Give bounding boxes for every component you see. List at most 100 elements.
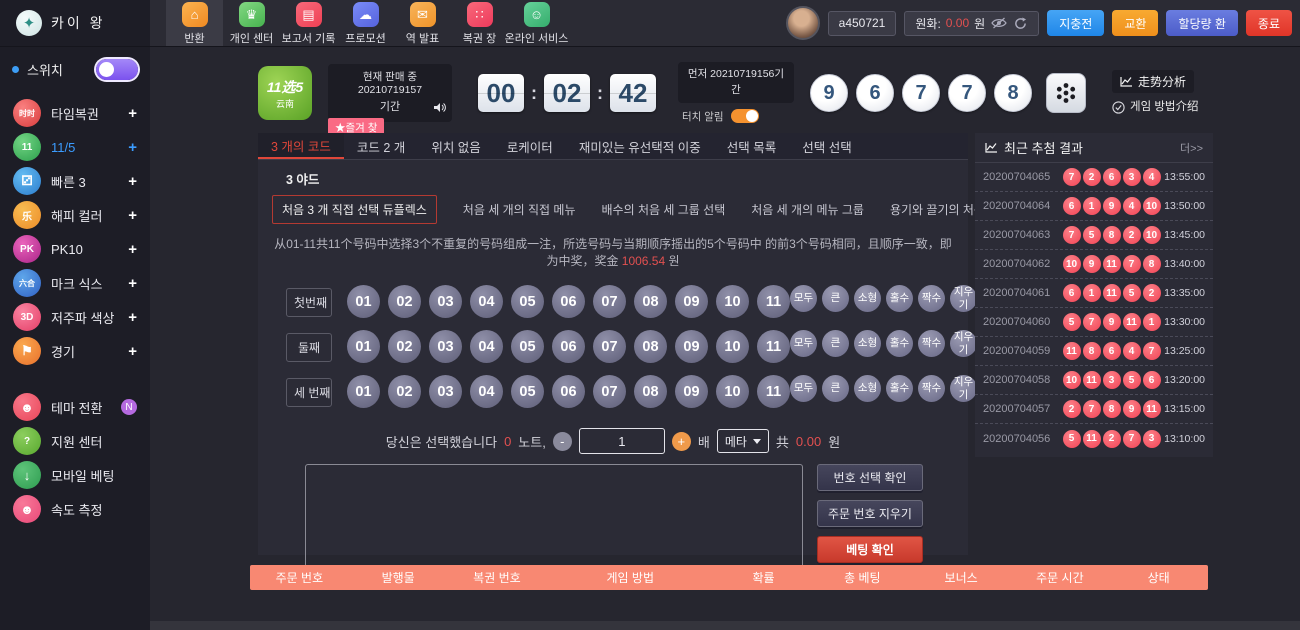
tab-locator[interactable]: 로케이터 (494, 133, 566, 159)
refresh-balance-button[interactable] (1013, 17, 1028, 30)
number-ball[interactable]: 03 (429, 285, 462, 318)
number-ball[interactable]: 02 (388, 330, 421, 363)
recharge-button[interactable]: 지충전 (1047, 10, 1104, 36)
subtab-front3-direct[interactable]: 처음 세 개의 직접 메뉴 (463, 201, 576, 218)
quick-select-button[interactable]: 소형 (854, 375, 881, 402)
number-ball[interactable]: 01 (347, 330, 380, 363)
number-ball[interactable]: 08 (634, 375, 667, 408)
quick-select-button[interactable]: 모두 (790, 285, 817, 312)
number-ball[interactable]: 05 (511, 330, 544, 363)
tab-selection-list[interactable]: 선택 목록 (714, 133, 789, 159)
sidebar-item-mobile-betting[interactable]: ↓ 모바일 베팅 (0, 458, 150, 492)
nav-home[interactable]: ⌂ 반환 (166, 0, 223, 46)
number-ball[interactable]: 02 (388, 375, 421, 408)
subtab-front3-group[interactable]: 배수의 처음 세 그룹 선택 (602, 201, 726, 218)
number-ball[interactable]: 09 (675, 375, 708, 408)
quota-transfer-button[interactable]: 할당량 환 (1166, 10, 1238, 36)
nav-announcement[interactable]: ✉ 역 발표 (394, 0, 451, 46)
number-ball[interactable]: 06 (552, 375, 585, 408)
number-ball[interactable]: 02 (388, 285, 421, 318)
sidebar-item-happy-color[interactable]: 乐 해피 컬러 + (0, 198, 150, 232)
increase-button[interactable]: + (672, 432, 691, 451)
number-ball[interactable]: 03 (429, 330, 462, 363)
tab-three-codes[interactable]: 3 개의 코드 (258, 133, 344, 159)
sidebar-item-mark-six[interactable]: 六合 마크 식스 + (0, 266, 150, 300)
exchange-button[interactable]: 교환 (1112, 10, 1158, 36)
number-ball[interactable]: 06 (552, 330, 585, 363)
quick-select-button[interactable]: 지우기 (950, 375, 977, 402)
expand-plus-icon[interactable]: + (128, 241, 137, 258)
number-ball[interactable]: 09 (675, 285, 708, 318)
subtab-front3-duplex[interactable]: 처음 3 개 직접 선택 듀플렉스 (272, 195, 437, 224)
number-ball[interactable]: 05 (511, 375, 544, 408)
quick-select-button[interactable]: 지우기 (950, 285, 977, 312)
quick-select-button[interactable]: 큰 (822, 375, 849, 402)
expand-plus-icon[interactable]: + (128, 139, 137, 156)
sidebar-item-speed-test[interactable]: ☻ 속도 측정 (0, 492, 150, 526)
number-ball[interactable]: 07 (593, 375, 626, 408)
touch-alert-toggle[interactable] (731, 109, 759, 123)
quick-select-button[interactable]: 짝수 (918, 375, 945, 402)
app-logo[interactable]: ✦ 카이 왕 (0, 0, 150, 46)
sidebar-item-racing[interactable]: ⚑ 경기 + (0, 334, 150, 368)
sidebar-item-low-frequency[interactable]: 3D 저주파 색상 + (0, 300, 150, 334)
quick-select-button[interactable]: 소형 (854, 330, 881, 357)
tab-selection[interactable]: 선택 선택 (789, 133, 864, 159)
quick-select-button[interactable]: 홀수 (886, 375, 913, 402)
number-ball[interactable]: 08 (634, 330, 667, 363)
number-ball[interactable]: 10 (716, 330, 749, 363)
sidebar-toggle[interactable] (96, 59, 138, 80)
subtab-front3-menu-group[interactable]: 처음 세 개의 메뉴 그룹 (751, 201, 864, 218)
number-ball[interactable]: 01 (347, 285, 380, 318)
expand-plus-icon[interactable]: + (128, 343, 137, 360)
number-ball[interactable]: 04 (470, 375, 503, 408)
number-ball[interactable]: 04 (470, 330, 503, 363)
expand-plus-icon[interactable]: + (128, 275, 137, 292)
sidebar-item-fast-3[interactable]: ⚂ 빠른 3 + (0, 164, 150, 198)
nav-promotion[interactable]: ☁ 프로모션 (337, 0, 394, 46)
nav-personal-center[interactable]: ♛ 개인 센터 (223, 0, 280, 46)
quick-select-button[interactable]: 짝수 (918, 285, 945, 312)
nav-lottery-hall[interactable]: ∷ 복권 장 (451, 0, 508, 46)
sound-icon[interactable] (434, 100, 447, 118)
confirm-selection-button[interactable]: 번호 선택 확인 (817, 464, 923, 491)
number-ball[interactable]: 11 (757, 285, 790, 318)
number-ball[interactable]: 10 (716, 285, 749, 318)
nav-report-history[interactable]: ▤ 보고서 기록 (280, 0, 337, 46)
expand-plus-icon[interactable]: + (128, 173, 137, 190)
expand-plus-icon[interactable]: + (128, 207, 137, 224)
trend-analysis-link[interactable]: 走势分析 (1112, 70, 1194, 93)
quick-select-button[interactable]: 큰 (822, 330, 849, 357)
expand-plus-icon[interactable]: + (128, 309, 137, 326)
user-avatar[interactable] (786, 6, 820, 40)
quick-select-button[interactable]: 큰 (822, 285, 849, 312)
expand-plus-icon[interactable]: + (128, 105, 137, 122)
quick-select-button[interactable]: 모두 (790, 375, 817, 402)
sidebar-item-pk10[interactable]: PK PK10 + (0, 232, 150, 266)
sidebar-item-theme-switch[interactable]: ☻ 테마 전환 N (0, 390, 150, 424)
tab-two-codes[interactable]: 코드 2 개 (344, 133, 418, 159)
quick-select-button[interactable]: 지우기 (950, 330, 977, 357)
game-method-link[interactable]: 게임 방법介绍 (1112, 100, 1199, 116)
sidebar-item-11-5[interactable]: 11 11/5 + (0, 130, 150, 164)
number-ball[interactable]: 03 (429, 375, 462, 408)
tab-fun-optional[interactable]: 재미있는 유선택적 이중 (566, 133, 714, 159)
confirm-bet-button[interactable]: 베팅 확인 (817, 536, 923, 563)
number-ball[interactable]: 07 (593, 285, 626, 318)
quick-select-button[interactable]: 소형 (854, 285, 881, 312)
sidebar-item-time-lottery[interactable]: 时时 타임복권 + (0, 96, 150, 130)
tab-no-position[interactable]: 위치 없음 (418, 133, 493, 159)
number-ball[interactable]: 10 (716, 375, 749, 408)
quick-select-button[interactable]: 홀수 (886, 285, 913, 312)
quick-select-button[interactable]: 짝수 (918, 330, 945, 357)
number-ball[interactable]: 01 (347, 375, 380, 408)
number-ball[interactable]: 05 (511, 285, 544, 318)
number-ball[interactable]: 04 (470, 285, 503, 318)
order-numbers-textarea[interactable] (305, 464, 803, 577)
number-ball[interactable]: 07 (593, 330, 626, 363)
number-ball[interactable]: 06 (552, 285, 585, 318)
nav-online-service[interactable]: ☺ 온라인 서비스 (508, 0, 565, 46)
number-ball[interactable]: 11 (757, 330, 790, 363)
hide-balance-button[interactable] (990, 17, 1008, 29)
sidebar-item-support-center[interactable]: ? 지원 센터 (0, 424, 150, 458)
